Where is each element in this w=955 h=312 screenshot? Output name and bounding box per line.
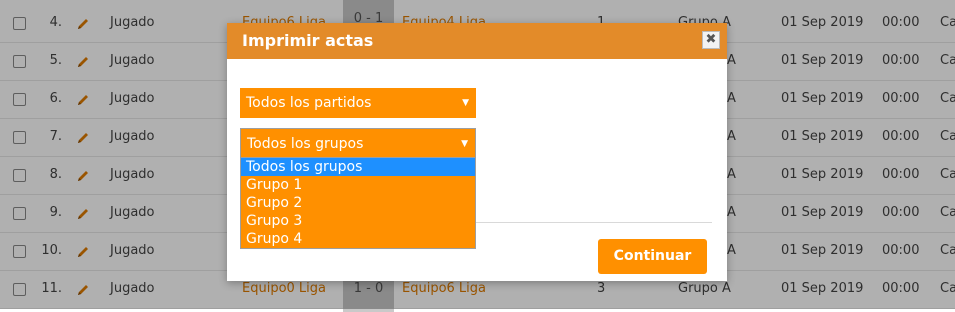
dropdown-option[interactable]: Grupo 1 (241, 176, 475, 194)
dropdown-option[interactable]: Grupo 2 (241, 194, 475, 212)
dialog-title: Imprimir actas (242, 31, 374, 50)
groups-dropdown-list[interactable]: Todos los grupos Grupo 1 Grupo 2 Grupo 3… (240, 157, 476, 249)
close-icon: ✖ (705, 32, 717, 47)
dropdown-option[interactable]: Grupo 3 (241, 212, 475, 230)
matches-select-value: Todos los partidos (246, 95, 372, 111)
groups-select[interactable]: Todos los grupos ▼ (240, 128, 476, 158)
chevron-down-icon: ▼ (461, 139, 468, 149)
groups-select-value: Todos los grupos (247, 136, 364, 152)
dropdown-option[interactable]: Grupo 4 (241, 230, 475, 248)
print-dialog: Imprimir actas ✖ Todos los partidos ▼ To… (227, 23, 727, 281)
continue-button[interactable]: Continuar (598, 239, 707, 274)
close-button[interactable]: ✖ (702, 31, 720, 49)
matches-select[interactable]: Todos los partidos ▼ (240, 88, 476, 118)
chevron-down-icon: ▼ (462, 98, 469, 108)
dialog-header: Imprimir actas ✖ (227, 23, 727, 59)
dropdown-option[interactable]: Todos los grupos (241, 158, 475, 176)
